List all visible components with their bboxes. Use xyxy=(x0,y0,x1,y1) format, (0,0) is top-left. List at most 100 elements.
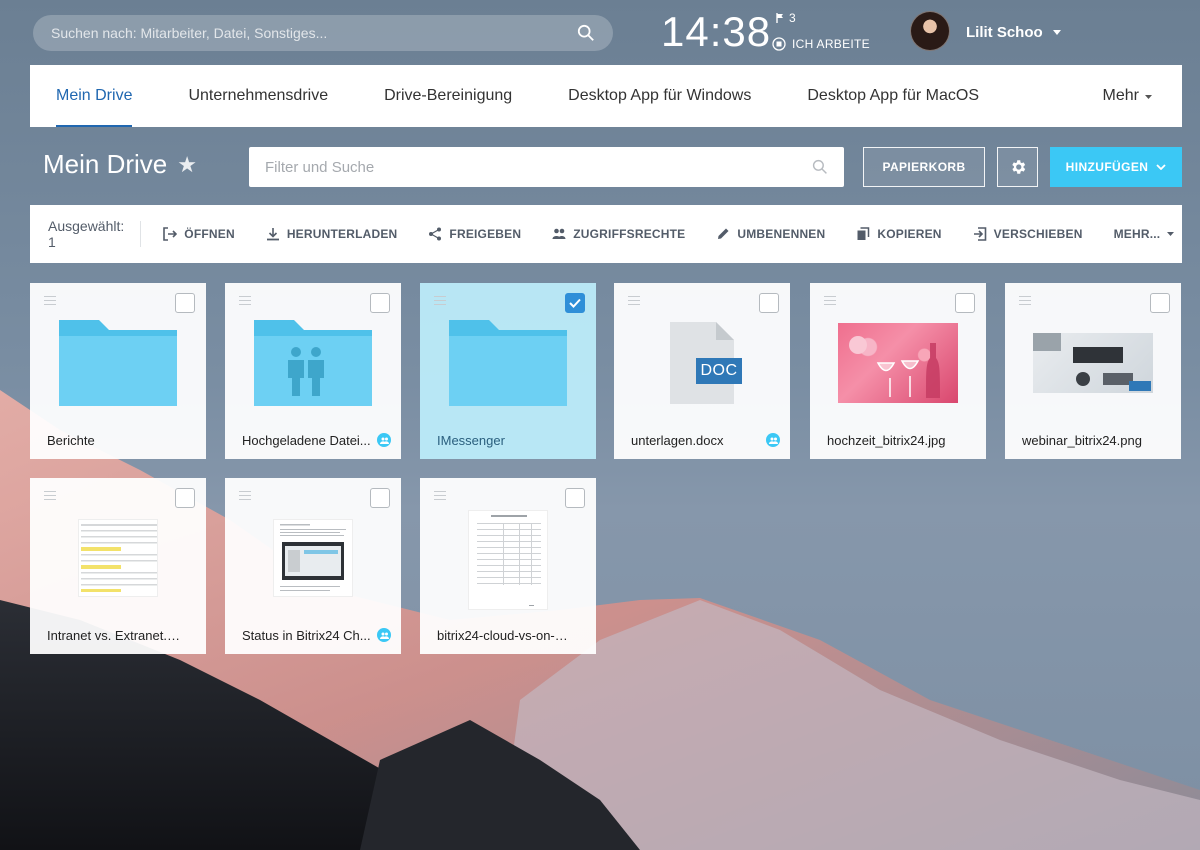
file-tile[interactable]: bitrix24-cloud-vs-on-pr... xyxy=(420,478,596,654)
open-label: ÖFFNEN xyxy=(184,227,235,241)
selected-count: Ausgewählt: 1 xyxy=(48,218,142,250)
file-tile[interactable]: Intranet vs. Extranet.xlsx xyxy=(30,478,206,654)
drag-handle-icon[interactable] xyxy=(1019,296,1031,305)
tab-unternehmensdrive[interactable]: Unternehmensdrive xyxy=(188,65,328,127)
rename-label: UMBENENNEN xyxy=(737,227,826,241)
file-checkbox[interactable] xyxy=(175,488,195,508)
tab-desktop-app-windows[interactable]: Desktop App für Windows xyxy=(568,65,751,127)
drag-handle-icon[interactable] xyxy=(44,491,56,500)
file-tile-selected[interactable]: IMessenger xyxy=(420,283,596,459)
work-status-label: ICH ARBEITE xyxy=(792,37,870,51)
share-label: FREIGEBEN xyxy=(449,227,522,241)
drag-handle-icon[interactable] xyxy=(434,491,446,500)
file-checkbox-checked[interactable] xyxy=(565,293,585,313)
file-checkbox[interactable] xyxy=(175,293,195,313)
tab-desktop-app-macos[interactable]: Desktop App für MacOS xyxy=(807,65,979,127)
access-rights-button[interactable]: ZUGRIFFSRECHTE xyxy=(552,227,685,241)
drag-handle-icon[interactable] xyxy=(824,296,836,305)
file-name[interactable]: hochzeit_bitrix24.jpg xyxy=(827,433,960,448)
move-button[interactable]: VERSCHIEBEN xyxy=(973,227,1083,241)
pencil-icon xyxy=(718,228,729,239)
shared-users-icon xyxy=(377,628,391,642)
drag-handle-icon[interactable] xyxy=(239,491,251,500)
file-name[interactable]: Hochgeladene Datei... xyxy=(242,433,375,448)
doc-file-icon: DOC xyxy=(614,313,790,413)
search-icon[interactable] xyxy=(812,159,828,175)
tasks-counter[interactable]: 3 xyxy=(776,11,796,25)
user-menu[interactable]: Lilit Schoo xyxy=(966,24,1061,41)
copy-icon xyxy=(857,227,870,240)
shared-folder-icon xyxy=(225,313,401,413)
chevron-down-icon xyxy=(1156,164,1166,170)
file-checkbox[interactable] xyxy=(955,293,975,313)
tasks-count: 3 xyxy=(789,11,796,25)
download-label: HERUNTERLADEN xyxy=(286,227,398,241)
file-checkbox[interactable] xyxy=(1150,293,1170,313)
move-label: VERSCHIEBEN xyxy=(993,227,1083,241)
move-icon xyxy=(973,227,986,241)
file-tile[interactable]: hochzeit_bitrix24.jpg xyxy=(810,283,986,459)
file-tile[interactable]: Berichte xyxy=(30,283,206,459)
chevron-down-icon xyxy=(1052,30,1061,35)
global-search-placeholder: Suchen nach: Mitarbeiter, Datei, Sonstig… xyxy=(51,25,328,41)
add-button[interactable]: HINZUFÜGEN xyxy=(1050,147,1182,187)
add-button-label: HINZUFÜGEN xyxy=(1065,160,1149,174)
trash-button[interactable]: PAPIERKORB xyxy=(863,147,985,187)
drag-handle-icon[interactable] xyxy=(628,296,640,305)
document-thumbnail xyxy=(225,508,401,608)
tab-mein-drive[interactable]: Mein Drive xyxy=(56,65,133,127)
drag-handle-icon[interactable] xyxy=(434,296,446,305)
spreadsheet-thumbnail xyxy=(30,508,206,608)
image-thumbnail xyxy=(1005,313,1181,413)
tab-more[interactable]: Mehr xyxy=(1103,65,1152,127)
file-name[interactable]: webinar_bitrix24.png xyxy=(1022,433,1155,448)
file-tile[interactable]: Status in Bitrix24 Ch... xyxy=(225,478,401,654)
search-icon[interactable] xyxy=(577,24,595,42)
folder-icon xyxy=(420,313,596,413)
file-name[interactable]: Berichte xyxy=(47,433,180,448)
tab-drive-bereinigung[interactable]: Drive-Bereinigung xyxy=(384,65,512,127)
chevron-down-icon xyxy=(1145,95,1152,99)
avatar[interactable] xyxy=(910,11,950,51)
global-search-input[interactable]: Suchen nach: Mitarbeiter, Datei, Sonstig… xyxy=(33,15,613,51)
open-icon xyxy=(163,227,178,241)
file-tile[interactable]: DOC unterlagen.docx xyxy=(614,283,790,459)
file-checkbox[interactable] xyxy=(759,293,779,313)
shared-users-icon xyxy=(766,433,780,447)
drag-handle-icon[interactable] xyxy=(44,296,56,305)
drive-tabs: Mein Drive Unternehmensdrive Drive-Berei… xyxy=(30,65,1182,127)
rename-button[interactable]: UMBENENNEN xyxy=(716,227,825,241)
page-title-text: Mein Drive xyxy=(43,149,168,179)
filter-search-input[interactable] xyxy=(265,158,812,176)
file-checkbox[interactable] xyxy=(370,488,390,508)
file-name[interactable]: unterlagen.docx xyxy=(631,433,764,448)
user-name: Lilit Schoo xyxy=(966,24,1043,41)
checkmark-icon xyxy=(569,298,581,308)
star-icon[interactable]: ★ xyxy=(177,152,197,178)
file-checkbox[interactable] xyxy=(370,293,390,313)
download-icon xyxy=(266,228,279,241)
file-tile[interactable]: webinar_bitrix24.png xyxy=(1005,283,1181,459)
download-button[interactable]: HERUNTERLADEN xyxy=(266,227,398,241)
share-button[interactable]: FREIGEBEN xyxy=(428,227,521,241)
settings-button[interactable] xyxy=(997,147,1038,187)
drag-handle-icon[interactable] xyxy=(239,296,251,305)
more-actions-label: MEHR... xyxy=(1113,227,1161,241)
file-name[interactable]: bitrix24-cloud-vs-on-pr... xyxy=(437,628,570,643)
file-name[interactable]: IMessenger xyxy=(437,433,570,448)
copy-button[interactable]: KOPIEREN xyxy=(856,227,941,241)
users-icon xyxy=(552,228,566,239)
image-thumbnail xyxy=(810,313,986,413)
file-name[interactable]: Intranet vs. Extranet.xlsx xyxy=(47,628,180,643)
clock[interactable]: 14:38 xyxy=(661,8,771,56)
more-actions-button[interactable]: MEHR... xyxy=(1114,227,1175,241)
file-name[interactable]: Status in Bitrix24 Ch... xyxy=(242,628,375,643)
filter-search-field[interactable] xyxy=(249,147,844,187)
access-rights-label: ZUGRIFFSRECHTE xyxy=(573,227,686,241)
work-status-button[interactable]: ICH ARBEITE xyxy=(772,37,870,51)
shared-users-icon xyxy=(377,433,391,447)
open-button[interactable]: ÖFFNEN xyxy=(163,227,235,241)
folder-icon xyxy=(30,313,206,413)
file-tile[interactable]: Hochgeladene Datei... xyxy=(225,283,401,459)
table-document-thumbnail xyxy=(420,502,596,618)
